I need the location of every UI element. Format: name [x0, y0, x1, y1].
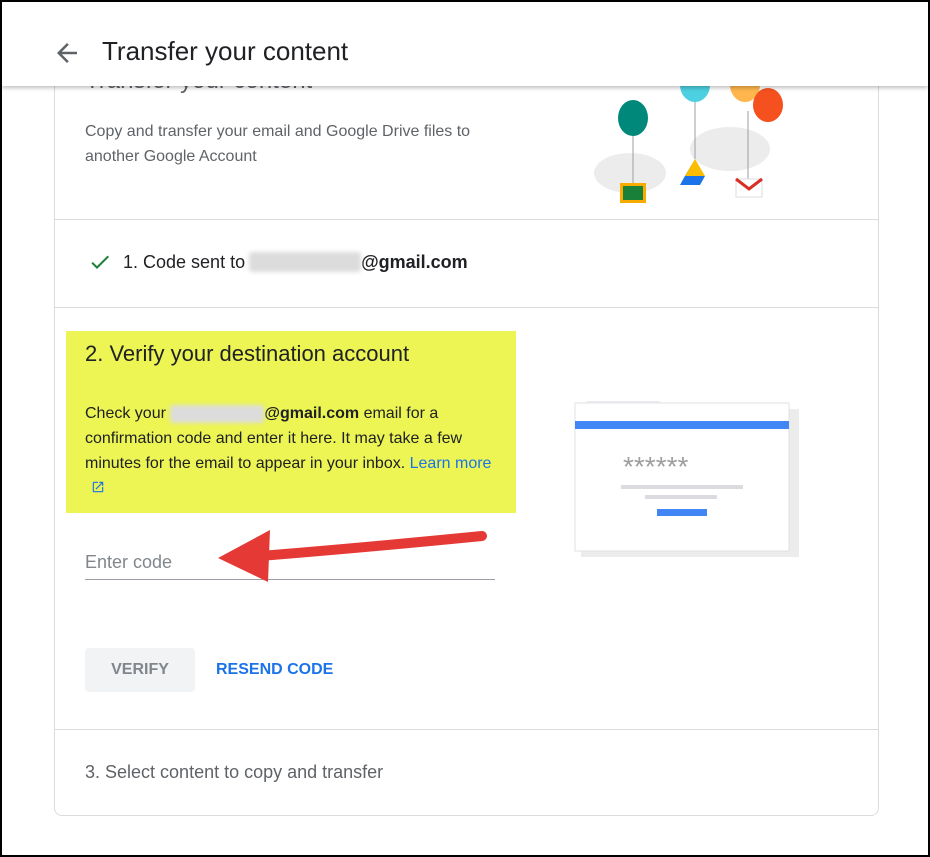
divider [55, 729, 878, 730]
divider [55, 219, 878, 220]
header-bar: Transfer your content [2, 2, 928, 86]
learn-more-link[interactable]: Learn more [410, 455, 492, 472]
browser-illustration: ****** [574, 401, 799, 557]
step2-description: Check your @gmail.com email for a confir… [85, 401, 505, 501]
redacted-email [170, 404, 265, 423]
resend-code-button[interactable]: RESEND CODE [210, 648, 339, 692]
divider [55, 307, 878, 308]
step1-email-domain: @gmail.com [361, 251, 468, 272]
step2-title: 2. Verify your destination account [85, 341, 410, 366]
masked-code-text: ****** [623, 451, 688, 482]
step1-label: 1. Code sent to [123, 251, 246, 272]
open-in-new-icon[interactable] [91, 480, 105, 494]
step1-status: 1. Code sent to @gmail.com [87, 250, 468, 274]
step2-body-prefix: Check your [85, 405, 166, 422]
annotation-arrow [218, 530, 487, 582]
page-title: Transfer your content [102, 36, 349, 66]
verify-button[interactable]: VERIFY [85, 648, 195, 692]
transfer-card: Transfer your content Copy and transfer … [54, 40, 879, 816]
arrow-back-icon[interactable] [52, 38, 82, 68]
check-icon [91, 255, 109, 269]
intro-description: Copy and transfer your email and Google … [85, 123, 471, 165]
redacted-email [249, 252, 362, 272]
step3-label: 3. Select content to copy and transfer [85, 762, 384, 782]
step2-email-domain: @gmail.com [264, 405, 360, 422]
